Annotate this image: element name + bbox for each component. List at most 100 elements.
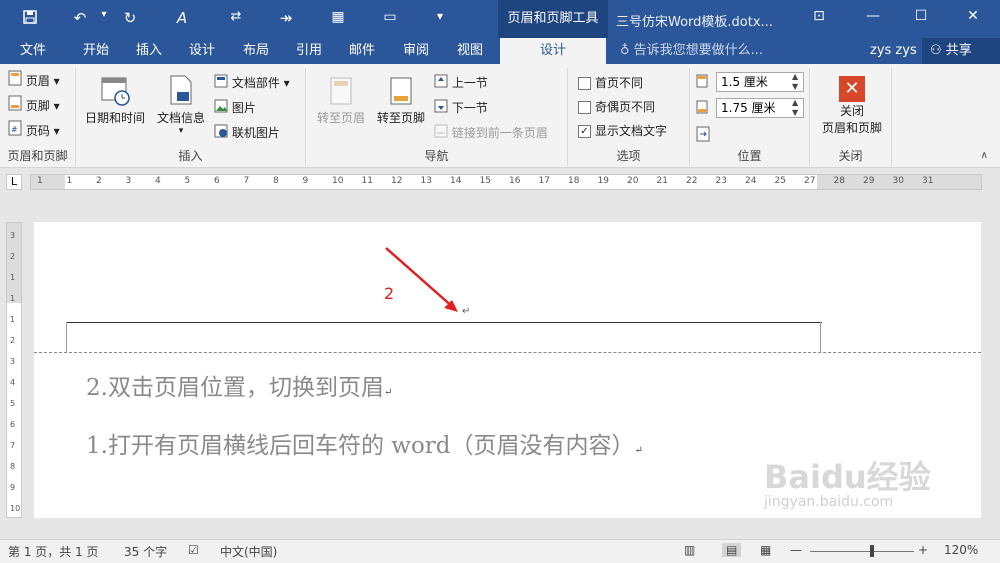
online-picture-button[interactable]: 联机图片 bbox=[214, 122, 280, 144]
document-line-1[interactable]: 1.打开有页眉横线后回车符的 word（页眉没有内容）↵ bbox=[86, 426, 643, 460]
ruler-tick-label: 31 bbox=[922, 176, 934, 186]
show-doc-text-checkbox[interactable]: ✓ 显示文档文字 bbox=[578, 120, 667, 142]
vruler-tick-label: 3 bbox=[10, 357, 16, 366]
picture-button[interactable]: 图片 bbox=[214, 97, 256, 119]
footer-button[interactable]: 页脚 ▾ bbox=[8, 95, 60, 117]
tab-mailings[interactable]: 邮件 bbox=[336, 38, 388, 64]
collapse-ribbon-icon[interactable]: ∧ bbox=[981, 150, 988, 161]
group-label: 页眉和页脚 bbox=[7, 149, 68, 163]
header-position-input[interactable]: 1.5 厘米 bbox=[716, 72, 804, 92]
minimize-icon[interactable]: — bbox=[858, 8, 888, 24]
doc-parts-button[interactable]: 文档部件 ▾ bbox=[214, 72, 290, 94]
tab-insert[interactable]: 插入 bbox=[124, 38, 174, 64]
ruler-tick-label: 3 bbox=[125, 176, 132, 186]
vertical-ruler[interactable]: 3 2 1 1 1 2 3 4 5 6 7 8 9 10 bbox=[6, 222, 22, 518]
group-label: 导航 bbox=[424, 149, 449, 163]
header-margin-left bbox=[66, 322, 67, 352]
next-icon bbox=[434, 98, 448, 120]
undo-dropdown-icon[interactable]: ▾ bbox=[92, 9, 116, 20]
tab-review[interactable]: 审阅 bbox=[390, 38, 442, 64]
horizontal-ruler[interactable]: 1 1 2 3 4 5 6 7 8 9 10 11 12 13 14 15 16 17 18 19 20 21 22 23 24… bbox=[30, 174, 982, 190]
tell-me-box[interactable]: ♁ 告诉我您想要做什么... bbox=[620, 38, 763, 64]
spinner-icon[interactable]: ▲ ▼ bbox=[792, 98, 798, 118]
dropdown-icon: ▾ bbox=[178, 126, 184, 136]
close-header-footer-button[interactable]: ✕ 关闭 页眉和页脚 bbox=[814, 76, 890, 136]
proofing-icon[interactable]: ☑ bbox=[188, 543, 199, 557]
grid-icon[interactable]: ▦ bbox=[326, 9, 350, 25]
annotation-number: 2 bbox=[384, 284, 395, 303]
share-button[interactable]: ⚇ 共享 bbox=[922, 38, 1000, 64]
redo-icon[interactable]: ↻ bbox=[118, 9, 142, 27]
link-previous-button[interactable]: 链接到前一条页眉 bbox=[434, 122, 548, 144]
language[interactable]: 中文(中国) bbox=[220, 543, 277, 560]
link-icon bbox=[434, 123, 448, 145]
tab-layout[interactable]: 布局 bbox=[230, 38, 282, 64]
document-page[interactable]: 2 ↵ 2.双击页眉位置，切换到页眉↵ 1.打开有页眉横线后回车符的 word（… bbox=[34, 222, 981, 518]
footer-position-input[interactable]: 1.75 厘米 bbox=[716, 98, 804, 118]
read-mode-icon[interactable]: ▥ bbox=[684, 543, 695, 557]
customize-dropdown-icon[interactable]: ▾ bbox=[428, 9, 452, 23]
next-section-button[interactable]: 下一节 bbox=[434, 97, 488, 119]
zoom-level[interactable]: 120% bbox=[944, 543, 978, 557]
ruler-tick-label: 1 bbox=[37, 176, 43, 186]
tab-home[interactable]: 开始 bbox=[70, 38, 122, 64]
ruler-tick-label: 1 bbox=[66, 176, 73, 186]
lightbulb-icon: ♁ bbox=[620, 43, 634, 58]
page-count[interactable]: 第 1 页，共 1 页 bbox=[8, 543, 99, 560]
ruler-tick-label: 30 bbox=[892, 176, 904, 186]
format-painter-icon[interactable]: A bbox=[170, 9, 194, 27]
spinner-icon[interactable]: ▲ ▼ bbox=[792, 72, 798, 92]
alignment-tab-icon[interactable] bbox=[696, 126, 710, 145]
ribbon-display-icon[interactable]: ⊡ bbox=[804, 8, 834, 24]
close-window-icon[interactable]: ✕ bbox=[958, 8, 988, 24]
zoom-in-icon[interactable]: + bbox=[918, 543, 928, 557]
context-tool-label: 页眉和页脚工具 bbox=[498, 0, 608, 38]
tab-design[interactable]: 设计 bbox=[176, 38, 228, 64]
checkmark-icon[interactable]: ✓ bbox=[578, 125, 591, 138]
word-count[interactable]: 35 个字 bbox=[124, 543, 167, 560]
undo-icon[interactable]: ↶ bbox=[68, 9, 92, 27]
vruler-tick-label: 1 bbox=[10, 273, 16, 282]
print-layout-icon[interactable]: ▤ bbox=[722, 543, 742, 557]
zoom-slider[interactable] bbox=[810, 551, 914, 552]
tab-file[interactable]: 文件 bbox=[0, 38, 66, 64]
page-number-button[interactable]: # 页码 ▾ bbox=[8, 120, 60, 142]
footer-position-icon bbox=[696, 100, 708, 117]
odd-even-checkbox[interactable]: 奇偶页不同 bbox=[578, 96, 655, 118]
touch-icon[interactable]: ⇄ bbox=[224, 9, 248, 24]
save-icon[interactable] bbox=[18, 9, 42, 29]
ruler-tick-label: 14 bbox=[450, 176, 462, 186]
tab-references[interactable]: 引用 bbox=[284, 38, 334, 64]
previous-section-button[interactable]: 上一节 bbox=[434, 72, 488, 94]
document-line-2[interactable]: 2.双击页眉位置，切换到页眉↵ bbox=[86, 368, 392, 402]
close-icon: ✕ bbox=[839, 76, 865, 102]
zoom-slider-thumb[interactable] bbox=[870, 545, 874, 557]
ruler-tick-label: 9 bbox=[302, 176, 309, 186]
screen-icon[interactable]: ▭ bbox=[378, 9, 402, 25]
web-layout-icon[interactable]: ▦ bbox=[760, 543, 771, 557]
ruler-tick-label: 2 bbox=[96, 176, 102, 186]
person-icon: ⚇ bbox=[930, 43, 946, 58]
goto-footer-button[interactable]: 转至页脚 bbox=[370, 76, 432, 126]
ruler-tick-label: 27 bbox=[804, 176, 816, 186]
user-name[interactable]: zys zys bbox=[870, 38, 917, 64]
checkbox[interactable] bbox=[578, 101, 591, 114]
zoom-out-icon[interactable]: — bbox=[790, 543, 802, 557]
picture-icon bbox=[214, 98, 228, 120]
tab-selector[interactable]: L bbox=[6, 174, 22, 190]
svg-text:#: # bbox=[11, 125, 18, 134]
doc-info-button[interactable]: 文档信息 ▾ bbox=[150, 74, 212, 136]
maximize-icon[interactable]: ☐ bbox=[906, 8, 936, 24]
first-page-checkbox[interactable]: 首页不同 bbox=[578, 72, 643, 94]
header-button[interactable]: 页眉 ▾ bbox=[8, 70, 60, 92]
vruler-tick-label: 2 bbox=[10, 336, 16, 345]
ruler-tick-label: 5 bbox=[184, 176, 191, 186]
tab-view[interactable]: 视图 bbox=[444, 38, 496, 64]
vruler-tick-label: 1 bbox=[10, 315, 16, 324]
checkbox[interactable] bbox=[578, 77, 591, 90]
goto-header-button[interactable]: 转至页眉 bbox=[310, 76, 372, 126]
vruler-tick-label: 1 bbox=[10, 294, 16, 303]
forward-icon[interactable]: ↠ bbox=[274, 9, 298, 27]
tab-hf-design[interactable]: 设计 bbox=[500, 38, 606, 64]
date-time-button[interactable]: 日期和时间 bbox=[80, 74, 150, 126]
